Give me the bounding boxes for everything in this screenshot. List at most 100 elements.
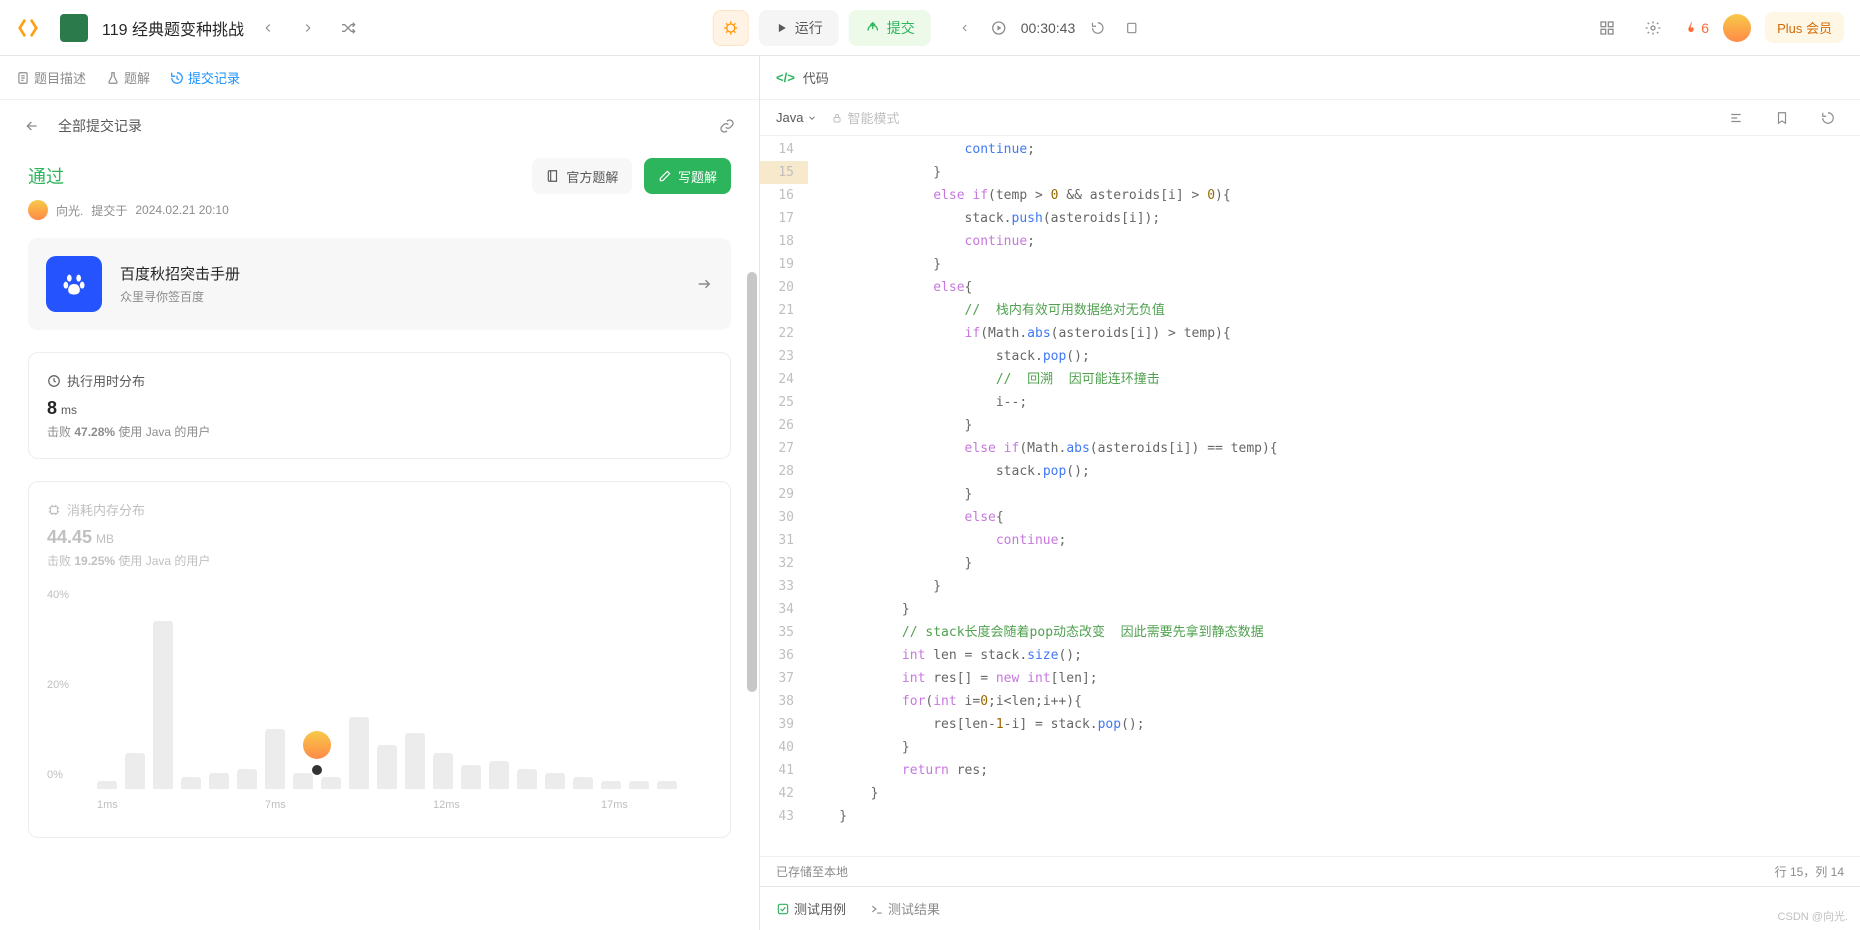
check-box-icon bbox=[776, 902, 790, 916]
language-select[interactable]: Java bbox=[776, 110, 817, 125]
promo-card[interactable]: 百度秋招突击手册 众里寻你签百度 bbox=[28, 238, 731, 330]
code-line[interactable]: 35 // stack长度会随着pop动态改变 因此需要先拿到静态数据 bbox=[760, 621, 1860, 644]
code-line[interactable]: 33 } bbox=[760, 575, 1860, 598]
timer-play-icon[interactable] bbox=[983, 12, 1015, 44]
status-label: 通过 bbox=[28, 163, 64, 189]
problem-list-icon[interactable] bbox=[60, 14, 88, 42]
debug-button[interactable] bbox=[713, 10, 749, 46]
code-line[interactable]: 38 for(int i=0;i<len;i++){ bbox=[760, 690, 1860, 713]
code-toolbar: Java 智能模式 bbox=[760, 100, 1860, 136]
code-line[interactable]: 26 } bbox=[760, 414, 1860, 437]
code-line[interactable]: 29 } bbox=[760, 483, 1860, 506]
tab-description[interactable]: 题目描述 bbox=[16, 68, 86, 87]
chart-marker-avatar bbox=[303, 731, 331, 759]
official-solution-button[interactable]: 官方题解 bbox=[532, 158, 632, 194]
code-line[interactable]: 27 else if(Math.abs(asteroids[i]) == tem… bbox=[760, 437, 1860, 460]
chart-bar[interactable] bbox=[405, 733, 425, 789]
chart-bar[interactable] bbox=[601, 781, 621, 789]
chart-bar[interactable] bbox=[349, 717, 369, 789]
code-line[interactable]: 16 else if(temp > 0 && asteroids[i] > 0)… bbox=[760, 184, 1860, 207]
code-editor[interactable]: 14 continue;15 }16 else if(temp > 0 && a… bbox=[760, 136, 1860, 856]
back-button[interactable] bbox=[16, 110, 48, 142]
code-line[interactable]: 22 if(Math.abs(asteroids[i]) > temp){ bbox=[760, 322, 1860, 345]
timer-prev-button[interactable] bbox=[949, 12, 981, 44]
chart-marker-dot bbox=[312, 765, 322, 775]
code-line[interactable]: 34 } bbox=[760, 598, 1860, 621]
chart-bar[interactable] bbox=[545, 773, 565, 789]
next-problem-button[interactable] bbox=[292, 12, 324, 44]
tab-submissions[interactable]: 提交记录 bbox=[170, 68, 240, 87]
save-status: 已存储至本地 bbox=[776, 863, 848, 880]
tab-testcases[interactable]: 测试用例 bbox=[776, 899, 846, 918]
site-logo[interactable] bbox=[16, 16, 40, 40]
chart-bar[interactable] bbox=[97, 781, 117, 789]
code-line[interactable]: 14 continue; bbox=[760, 138, 1860, 161]
chart-bar[interactable] bbox=[517, 769, 537, 789]
code-line[interactable]: 25 i--; bbox=[760, 391, 1860, 414]
scrollbar[interactable] bbox=[747, 272, 757, 692]
lock-icon bbox=[831, 112, 843, 124]
chart-bar[interactable] bbox=[629, 781, 649, 789]
code-line[interactable]: 18 continue; bbox=[760, 230, 1860, 253]
code-line[interactable]: 37 int res[] = new int[len]; bbox=[760, 667, 1860, 690]
code-panel-title: 代码 bbox=[803, 68, 829, 87]
chart-bar[interactable] bbox=[573, 777, 593, 789]
chart-bar[interactable] bbox=[265, 729, 285, 789]
run-button[interactable]: 运行 bbox=[759, 10, 839, 46]
timer-reset-button[interactable] bbox=[1081, 12, 1113, 44]
chart-bar[interactable] bbox=[433, 753, 453, 789]
code-line[interactable]: 28 stack.pop(); bbox=[760, 460, 1860, 483]
code-line[interactable]: 24 // 回溯 因可能连环撞击 bbox=[760, 368, 1860, 391]
link-icon[interactable] bbox=[711, 110, 743, 142]
prev-problem-button[interactable] bbox=[252, 12, 284, 44]
streak-indicator[interactable]: 6 bbox=[1683, 20, 1709, 36]
runtime-value: 8 bbox=[47, 398, 57, 419]
plus-badge[interactable]: Plus 会员 bbox=[1765, 12, 1844, 43]
code-line[interactable]: 32 } bbox=[760, 552, 1860, 575]
code-line[interactable]: 41 return res; bbox=[760, 759, 1860, 782]
code-line[interactable]: 40 } bbox=[760, 736, 1860, 759]
tab-testresults[interactable]: 测试结果 bbox=[870, 899, 940, 918]
code-line[interactable]: 23 stack.pop(); bbox=[760, 345, 1860, 368]
submission-content: 通过 官方题解 写题解 向光. 提交于 2024.02.21 20:10 百度秋… bbox=[0, 152, 759, 930]
runtime-unit: ms bbox=[61, 403, 77, 417]
smart-mode[interactable]: 智能模式 bbox=[831, 108, 899, 127]
chart-bar[interactable] bbox=[377, 745, 397, 789]
chart-bar[interactable] bbox=[489, 761, 509, 789]
author-avatar[interactable] bbox=[28, 200, 48, 220]
code-line[interactable]: 31 continue; bbox=[760, 529, 1860, 552]
chart-bar[interactable] bbox=[125, 753, 145, 789]
code-line[interactable]: 30 else{ bbox=[760, 506, 1860, 529]
chart-bar[interactable] bbox=[153, 621, 173, 789]
chart-bar[interactable] bbox=[237, 769, 257, 789]
user-avatar[interactable] bbox=[1723, 14, 1751, 42]
layout-button[interactable] bbox=[1591, 12, 1623, 44]
write-solution-button[interactable]: 写题解 bbox=[644, 158, 731, 194]
code-line[interactable]: 36 int len = stack.size(); bbox=[760, 644, 1860, 667]
submit-button[interactable]: 提交 bbox=[849, 10, 931, 46]
code-line[interactable]: 42 } bbox=[760, 782, 1860, 805]
tab-solution[interactable]: 题解 bbox=[106, 68, 150, 87]
format-button[interactable] bbox=[1720, 102, 1752, 134]
code-line[interactable]: 21 // 栈内有效可用数据绝对无负值 bbox=[760, 299, 1860, 322]
promo-subtitle: 众里寻你签百度 bbox=[120, 288, 677, 305]
settings-button[interactable] bbox=[1637, 12, 1669, 44]
chart-bar[interactable] bbox=[461, 765, 481, 789]
chart-bar[interactable] bbox=[209, 773, 229, 789]
chart-bar[interactable] bbox=[181, 777, 201, 789]
code-line[interactable]: 19 } bbox=[760, 253, 1860, 276]
bookmark-button[interactable] bbox=[1766, 102, 1798, 134]
top-bar: 119 经典题变种挑战 运行 提交 00:30:43 6 Plus 会员 bbox=[0, 0, 1860, 56]
code-line[interactable]: 15 } bbox=[760, 161, 1860, 184]
code-line[interactable]: 43 } bbox=[760, 805, 1860, 828]
code-line[interactable]: 20 else{ bbox=[760, 276, 1860, 299]
runtime-chart: 40%20%0% 1ms7ms12ms17ms bbox=[47, 589, 712, 819]
chart-bar[interactable] bbox=[657, 781, 677, 789]
code-line[interactable]: 39 res[len-1-i] = stack.pop(); bbox=[760, 713, 1860, 736]
chart-bar[interactable] bbox=[293, 773, 313, 789]
code-line[interactable]: 17 stack.push(asteroids[i]); bbox=[760, 207, 1860, 230]
reset-code-button[interactable] bbox=[1812, 102, 1844, 134]
shuffle-button[interactable] bbox=[332, 12, 364, 44]
chart-bar[interactable] bbox=[321, 777, 341, 789]
notes-button[interactable] bbox=[1115, 12, 1147, 44]
